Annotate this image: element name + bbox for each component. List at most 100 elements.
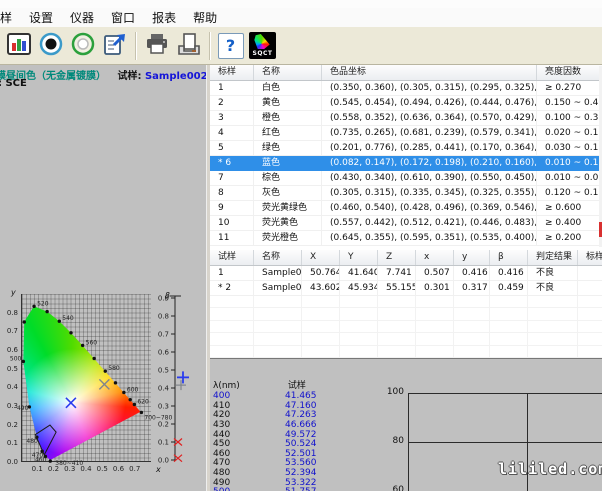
samples-empty-cell bbox=[340, 333, 378, 345]
sqct-button[interactable]: SQCT bbox=[247, 30, 278, 62]
samples-cell: 0.507 bbox=[416, 266, 454, 281]
standards-cell: 白色 bbox=[254, 81, 322, 96]
samples-col-header[interactable]: 试样 bbox=[210, 250, 254, 265]
samples-empty-cell bbox=[416, 296, 454, 308]
samples-col-header[interactable]: Z bbox=[378, 250, 416, 265]
samples-empty-cell bbox=[454, 321, 490, 333]
samples-col-header[interactable]: y bbox=[454, 250, 490, 265]
menu-item-2[interactable]: 仪器 bbox=[63, 8, 101, 27]
standards-cell: 黄色 bbox=[254, 96, 322, 111]
sample-column-header: 试样 bbox=[288, 381, 306, 391]
samples-cell: 50.764 bbox=[302, 266, 340, 281]
menu-item-1[interactable]: 设置 bbox=[22, 8, 60, 27]
app-window: 样设置仪器窗口报表帮助 bbox=[0, 0, 602, 491]
cie-y-tick: 0.4 bbox=[0, 383, 18, 391]
standards-cell: 红色 bbox=[254, 126, 322, 141]
samples-row[interactable]: 1Sample00150.76441.6407.7410.5070.4160.4… bbox=[210, 266, 602, 281]
reflectance-value: 53.322 bbox=[285, 478, 317, 488]
beta-tick-label: 0.4 bbox=[158, 385, 170, 393]
standards-col-header[interactable]: 标样 bbox=[210, 65, 254, 80]
locus-wavelength-label: 490 bbox=[17, 405, 29, 412]
standards-row[interactable]: 3橙色(0.558, 0.352), (0.636, 0.364), (0.57… bbox=[210, 111, 602, 126]
standards-row[interactable]: 1白色(0.350, 0.360), (0.305, 0.315), (0.29… bbox=[210, 81, 602, 96]
reflectance-value: 52.501 bbox=[285, 449, 317, 459]
samples-cell: Sample001 bbox=[254, 266, 302, 281]
samples-col-header[interactable]: x bbox=[416, 250, 454, 265]
cie-x-tick: 0.7 bbox=[127, 465, 143, 473]
locus-wavelength-label: 580 bbox=[108, 365, 120, 372]
standards-row[interactable]: 2黄色(0.545, 0.454), (0.494, 0.426), (0.44… bbox=[210, 96, 602, 111]
samples-empty-cell bbox=[302, 346, 340, 358]
standards-row[interactable]: 4红色(0.735, 0.265), (0.681, 0.239), (0.57… bbox=[210, 126, 602, 141]
locus-wavelength-label: 560 bbox=[86, 339, 98, 346]
standards-cell: 0.010 ~ 0.100 bbox=[537, 156, 602, 171]
samples-empty-row bbox=[210, 346, 602, 358]
samples-empty-cell bbox=[254, 296, 302, 308]
samples-cell: 0.416 bbox=[454, 266, 490, 281]
beta-scale: β0.00.10.20.30.40.50.60.70.80.9 bbox=[152, 290, 206, 491]
chart-view-button[interactable] bbox=[3, 30, 34, 62]
toolbar: ? SQCT bbox=[0, 27, 602, 65]
standards-row[interactable]: 7棕色(0.430, 0.340), (0.610, 0.390), (0.55… bbox=[210, 171, 602, 186]
reflectance-value: 47.263 bbox=[285, 410, 317, 420]
samples-col-header[interactable]: X bbox=[302, 250, 340, 265]
samples-empty-cell bbox=[210, 346, 254, 358]
samples-empty-cell bbox=[454, 346, 490, 358]
samples-col-header[interactable]: 名称 bbox=[254, 250, 302, 265]
menu-item-4[interactable]: 报表 bbox=[145, 8, 183, 27]
standards-cell: 灰色 bbox=[254, 186, 322, 201]
standards-row[interactable]: 9荧光黄绿色(0.460, 0.540), (0.428, 0.496), (0… bbox=[210, 201, 602, 216]
standards-row[interactable]: 8灰色(0.305, 0.315), (0.335, 0.345), (0.32… bbox=[210, 186, 602, 201]
samples-empty-cell bbox=[340, 296, 378, 308]
cie-y-tick: 0.0 bbox=[0, 458, 18, 466]
standards-cell: (0.430, 0.340), (0.610, 0.390), (0.550, … bbox=[322, 171, 537, 186]
locus-wavelength-label: 470 bbox=[32, 452, 44, 459]
help-button[interactable]: ? bbox=[215, 30, 246, 62]
tolerance-polygon bbox=[35, 425, 56, 455]
standards-row[interactable]: * 6蓝色(0.082, 0.147), (0.172, 0.198), (0.… bbox=[210, 156, 602, 171]
measure-standard-button[interactable] bbox=[35, 30, 66, 62]
standards-cell: 3 bbox=[210, 111, 254, 126]
locus-dot bbox=[104, 369, 107, 372]
samples-cell: 41.640 bbox=[340, 266, 378, 281]
cie-x-tick: 0.1 bbox=[29, 465, 45, 473]
standards-cell: (0.735, 0.265), (0.681, 0.239), (0.579, … bbox=[322, 126, 537, 141]
samples-empty-cell bbox=[454, 333, 490, 345]
measure-sample-button[interactable] bbox=[67, 30, 98, 62]
samples-col-header[interactable]: Y bbox=[340, 250, 378, 265]
samples-cell: * 2 bbox=[210, 281, 254, 296]
standards-col-header[interactable]: 名称 bbox=[254, 65, 322, 80]
print-button[interactable] bbox=[141, 30, 172, 62]
standards-cell: (0.645, 0.355), (0.595, 0.351), (0.535, … bbox=[322, 231, 537, 246]
standards-cell: 荧光橙色 bbox=[254, 231, 322, 246]
cie-y-tick: 0.8 bbox=[0, 309, 18, 317]
locus-dot bbox=[45, 310, 48, 313]
export-report-button[interactable] bbox=[99, 30, 130, 62]
standards-row[interactable]: 5绿色(0.201, 0.776), (0.285, 0.441), (0.17… bbox=[210, 141, 602, 156]
locus-dot bbox=[92, 357, 95, 360]
cie-y-tick: 0.3 bbox=[0, 402, 18, 410]
samples-col-header[interactable]: 标样 bbox=[578, 250, 602, 265]
print-preview-button[interactable] bbox=[173, 30, 204, 62]
standards-row[interactable]: 10荧光黄色(0.557, 0.442), (0.512, 0.421), (0… bbox=[210, 216, 602, 231]
samples-cell: 不良 bbox=[528, 266, 578, 281]
chart-ytick-80: 80 bbox=[382, 436, 404, 446]
standards-col-header[interactable]: 色品坐标 bbox=[322, 65, 537, 80]
samples-empty-cell bbox=[378, 308, 416, 320]
standards-cell: 10 bbox=[210, 216, 254, 231]
samples-col-header[interactable]: β bbox=[490, 250, 528, 265]
menu-item-3[interactable]: 窗口 bbox=[104, 8, 142, 27]
locus-dot bbox=[23, 320, 26, 323]
reflectance-value: 41.465 bbox=[285, 391, 317, 401]
samples-row[interactable]: * 2Sample00243.60245.93455.1550.3010.317… bbox=[210, 281, 602, 296]
standards-row[interactable]: 11荧光橙色(0.645, 0.355), (0.595, 0.351), (0… bbox=[210, 231, 602, 246]
samples-col-header[interactable]: 判定结果 bbox=[528, 250, 578, 265]
samples-empty-cell bbox=[490, 346, 528, 358]
beta-previous-sample-marker bbox=[176, 380, 186, 390]
standards-col-header[interactable]: 亮度因数 bbox=[537, 65, 602, 80]
samples-empty-cell bbox=[254, 308, 302, 320]
menu-item-0[interactable]: 样 bbox=[0, 8, 19, 27]
standards-cell: 棕色 bbox=[254, 171, 322, 186]
menu-item-5[interactable]: 帮助 bbox=[186, 8, 224, 27]
cie-y-tick: 0.5 bbox=[0, 365, 18, 373]
